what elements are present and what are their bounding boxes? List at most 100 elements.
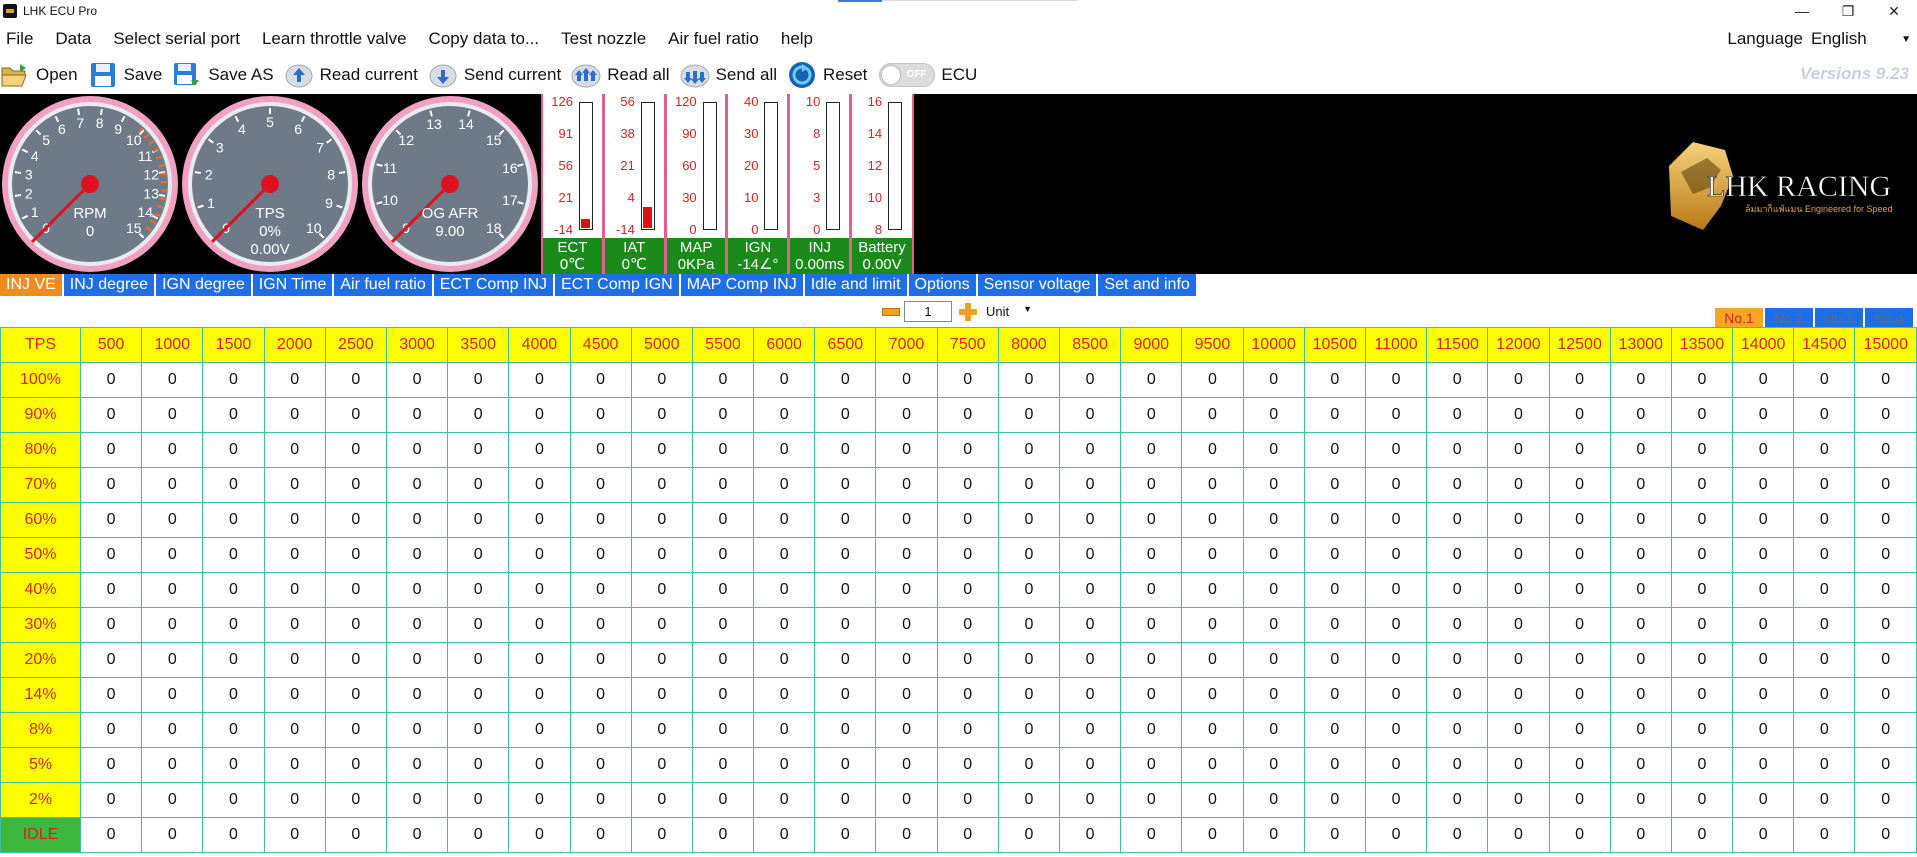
tab-set-and-info[interactable]: Set and info	[1098, 274, 1196, 296]
table-cell[interactable]: 0	[630, 747, 693, 783]
table-cell[interactable]: 0	[875, 502, 938, 538]
table-cell[interactable]: 0	[997, 397, 1061, 433]
table-cell[interactable]: 0	[1364, 432, 1428, 468]
table-cell[interactable]: 0	[1854, 572, 1917, 608]
table-cell[interactable]: 0	[997, 537, 1061, 573]
close-icon[interactable]: ✕	[1871, 0, 1917, 22]
table-cell[interactable]: 0	[936, 712, 999, 748]
table-cell[interactable]: 0	[263, 817, 326, 853]
table-cell[interactable]: 0	[1303, 362, 1366, 398]
restore-icon[interactable]: ❐	[1825, 0, 1871, 22]
table-cell[interactable]: 0	[1181, 432, 1244, 468]
table-cell[interactable]: 0	[1670, 432, 1734, 468]
table-cell[interactable]: 0	[324, 607, 387, 643]
table-cell[interactable]: 0	[1181, 677, 1244, 713]
table-cell[interactable]: 0	[1487, 572, 1550, 608]
table-cell[interactable]: 0	[569, 432, 632, 468]
table-cell[interactable]: 0	[1548, 817, 1611, 853]
table-cell[interactable]: 0	[814, 502, 877, 538]
table-cell[interactable]: 0	[202, 502, 265, 538]
table-cell[interactable]: 0	[1670, 782, 1734, 818]
table-cell[interactable]: 0	[385, 432, 449, 468]
table-cell[interactable]: 0	[630, 502, 693, 538]
table-cell[interactable]: 0	[141, 572, 204, 608]
table-cell[interactable]: 0	[691, 782, 755, 818]
table-cell[interactable]: 0	[936, 782, 999, 818]
table-cell[interactable]: 0	[753, 432, 816, 468]
table-cell[interactable]: 0	[1303, 397, 1366, 433]
table-cell[interactable]: 0	[1364, 467, 1428, 503]
table-cell[interactable]: 0	[753, 397, 816, 433]
table-cell[interactable]: 0	[1303, 607, 1366, 643]
tab-ect-comp-inj[interactable]: ECT Comp INJ	[433, 274, 553, 296]
table-cell[interactable]: 0	[1793, 642, 1856, 678]
table-cell[interactable]: 0	[141, 677, 204, 713]
table-cell[interactable]: 0	[875, 677, 938, 713]
table-cell[interactable]: 0	[1548, 642, 1611, 678]
table-cell[interactable]: 0	[1487, 502, 1550, 538]
table-cell[interactable]: 0	[1426, 467, 1489, 503]
table-cell[interactable]: 0	[691, 467, 755, 503]
table-cell[interactable]: 0	[79, 537, 143, 573]
table-cell[interactable]: 0	[1364, 747, 1428, 783]
table-cell[interactable]: 0	[814, 712, 877, 748]
table-cell[interactable]: 0	[1364, 572, 1428, 608]
table-cell[interactable]: 0	[936, 817, 999, 853]
table-cell[interactable]: 0	[447, 817, 510, 853]
table-cell[interactable]: 0	[936, 607, 999, 643]
table-cell[interactable]: 0	[691, 362, 755, 398]
table-cell[interactable]: 0	[1854, 677, 1917, 713]
table-cell[interactable]: 0	[1609, 467, 1672, 503]
table-cell[interactable]: 0	[385, 362, 449, 398]
table-cell[interactable]: 0	[202, 572, 265, 608]
table-cell[interactable]: 0	[385, 817, 449, 853]
table-cell[interactable]: 0	[385, 467, 449, 503]
tab-ign-degree[interactable]: IGN degree	[156, 274, 251, 296]
table-cell[interactable]: 0	[141, 397, 204, 433]
table-cell[interactable]: 0	[1487, 677, 1550, 713]
table-cell[interactable]: 0	[1609, 607, 1672, 643]
map-number-2-button[interactable]: No.2	[1765, 308, 1813, 328]
tab-ect-comp-ign[interactable]: ECT Comp IGN	[555, 274, 679, 296]
table-cell[interactable]: 0	[1670, 642, 1734, 678]
table-cell[interactable]: 0	[324, 642, 387, 678]
table-cell[interactable]: 0	[263, 642, 326, 678]
table-cell[interactable]: 0	[569, 642, 632, 678]
menu-test-nozzle[interactable]: Test nozzle	[561, 29, 646, 49]
table-cell[interactable]: 0	[79, 642, 143, 678]
table-cell[interactable]: 0	[569, 677, 632, 713]
table-cell[interactable]: 0	[1487, 607, 1550, 643]
table-cell[interactable]: 0	[1181, 642, 1244, 678]
tab-air-fuel-ratio[interactable]: Air fuel ratio	[334, 274, 432, 296]
table-cell[interactable]: 0	[814, 607, 877, 643]
table-cell[interactable]: 0	[202, 397, 265, 433]
tab-inj-degree[interactable]: INJ degree	[63, 274, 155, 296]
table-cell[interactable]: 0	[1242, 397, 1305, 433]
table-cell[interactable]: 0	[691, 502, 755, 538]
table-cell[interactable]: 0	[1242, 712, 1305, 748]
table-cell[interactable]: 0	[1793, 712, 1856, 748]
table-cell[interactable]: 0	[447, 362, 510, 398]
unit-dropdown[interactable]: Unit ▼	[986, 304, 1032, 319]
table-cell[interactable]: 0	[1364, 817, 1428, 853]
table-cell[interactable]: 0	[814, 537, 877, 573]
table-cell[interactable]: 0	[936, 467, 999, 503]
table-cell[interactable]: 0	[1854, 502, 1917, 538]
table-cell[interactable]: 0	[1609, 537, 1672, 573]
table-cell[interactable]: 0	[447, 467, 510, 503]
table-cell[interactable]: 0	[691, 642, 755, 678]
table-cell[interactable]: 0	[1181, 747, 1244, 783]
table-cell[interactable]: 0	[508, 712, 571, 748]
table-cell[interactable]: 0	[1181, 362, 1244, 398]
menu-help[interactable]: help	[781, 29, 813, 49]
open-button[interactable]: Open	[0, 61, 78, 89]
table-cell[interactable]: 0	[79, 432, 143, 468]
table-cell[interactable]: 0	[447, 677, 510, 713]
table-cell[interactable]: 0	[1058, 572, 1122, 608]
table-cell[interactable]: 0	[875, 537, 938, 573]
table-cell[interactable]: 0	[1609, 432, 1672, 468]
table-cell[interactable]: 0	[324, 432, 387, 468]
table-cell[interactable]: 0	[79, 607, 143, 643]
table-cell[interactable]: 0	[1058, 712, 1122, 748]
table-cell[interactable]: 0	[1548, 467, 1611, 503]
